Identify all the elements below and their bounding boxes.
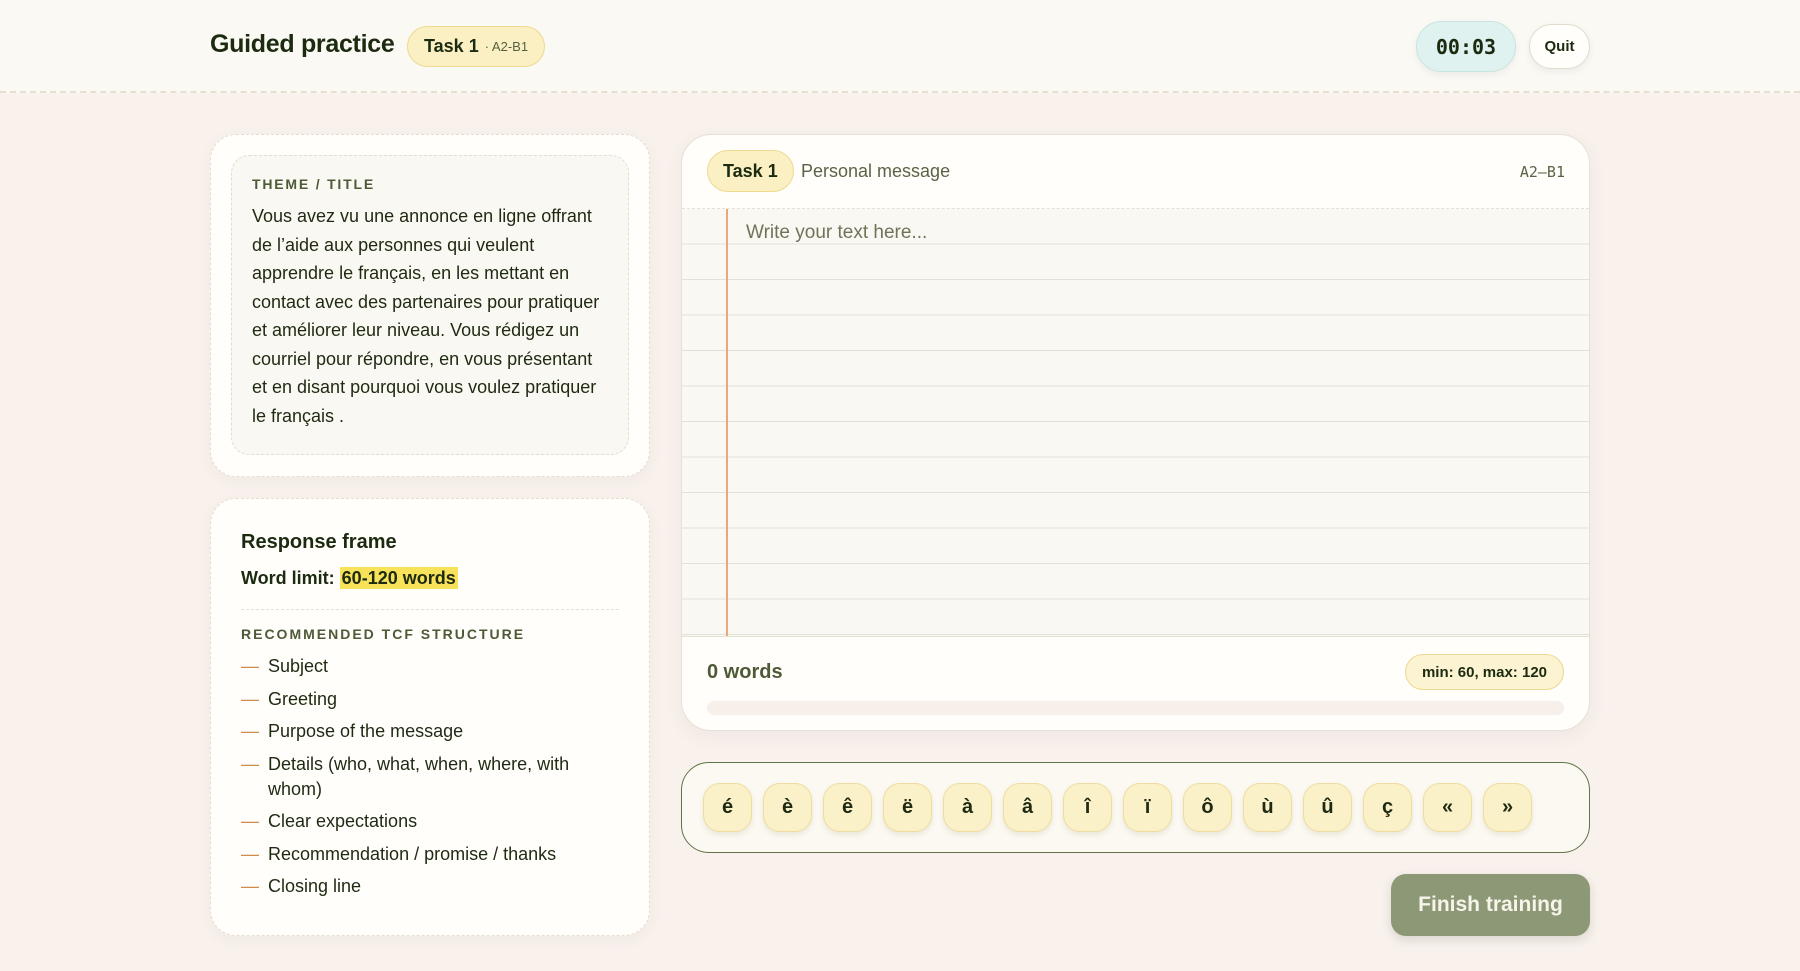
accent-key[interactable]: è — [763, 783, 812, 832]
editor-level: A2–B1 — [1519, 163, 1565, 181]
list-item: — Subject — [241, 654, 619, 679]
dash-bullet: — — [241, 811, 259, 831]
list-item: — Clear expectations — [241, 809, 619, 834]
response-frame-title: Response frame — [241, 531, 397, 553]
list-item: — Recommendation / promise / thanks — [241, 842, 619, 867]
editor-card: Task 1 Personal message A2–B1 0 words mi… — [681, 134, 1590, 731]
editor-footer: 0 words min: 60, max: 120 — [682, 636, 1589, 730]
list-item: — Details (who, what, when, where, with w… — [241, 752, 619, 802]
theme-text: Vous avez vu une annonce en ligne offran… — [252, 206, 600, 426]
accent-key[interactable]: ô — [1183, 783, 1232, 832]
list-item-text: Subject — [268, 656, 329, 676]
accent-key[interactable]: î — [1063, 783, 1112, 832]
accent-keyboard: é è ê ë à â î ï ô ù û ç « » — [681, 762, 1590, 853]
quit-button[interactable]: Quit — [1529, 24, 1590, 69]
list-item-text: Greeting — [268, 688, 338, 709]
divider — [241, 609, 619, 610]
top-header: Guided practice Task 1 · A2-B1 00:03 Qui… — [0, 0, 1800, 93]
accent-key[interactable]: ê — [823, 783, 872, 832]
lined-paper — [682, 209, 1589, 636]
accent-key[interactable]: » — [1483, 783, 1532, 832]
dash-bullet: — — [241, 688, 259, 709]
accent-key[interactable]: ë — [883, 783, 932, 832]
dash-bullet: — — [241, 656, 259, 676]
margin-line — [726, 209, 728, 636]
accent-key[interactable]: é — [703, 783, 752, 832]
word-limit: Word limit: 60-120 words — [241, 567, 619, 589]
word-range-badge: min: 60, max: 120 — [1404, 654, 1564, 690]
dash-bullet: — — [241, 721, 259, 741]
structure-label: RECOMMENDED TCF STRUCTURE — [241, 626, 526, 642]
accent-key[interactable]: « — [1423, 783, 1472, 832]
accent-key[interactable]: â — [1003, 783, 1052, 832]
accent-key[interactable]: ù — [1243, 783, 1292, 832]
task-badge-label: Task 1 — [424, 36, 479, 56]
list-item: — Closing line — [241, 874, 619, 899]
task-badge: Task 1 · A2-B1 — [407, 26, 546, 67]
word-progress-bar — [707, 701, 1564, 715]
list-item-text: Purpose of the message — [268, 721, 464, 741]
list-item-text: Details (who, what, when, where, with wh… — [268, 753, 570, 799]
list-item: — Greeting — [241, 687, 619, 712]
response-frame-card: Response frame Word limit: 60-120 words … — [210, 498, 650, 936]
list-item-text: Clear expectations — [268, 811, 418, 831]
accent-key[interactable]: û — [1303, 783, 1352, 832]
list-item-text: Recommendation / promise / thanks — [268, 843, 557, 864]
accent-key[interactable]: ç — [1363, 783, 1412, 832]
editor-task-badge: Task 1 — [707, 150, 794, 192]
structure-list: — Subject — Greeting — Purpose of the messa… — [241, 654, 619, 899]
dash-bullet: — — [241, 876, 259, 896]
dash-bullet: — — [241, 843, 259, 864]
word-count: 0 words — [707, 661, 783, 683]
dash-bullet: — — [241, 753, 259, 774]
page-title: Guided practice — [210, 30, 395, 58]
accent-key[interactable]: à — [943, 783, 992, 832]
timer: 00:03 — [1416, 21, 1516, 72]
task-badge-level: · A2-B1 — [484, 39, 529, 54]
finish-training-button[interactable]: Finish training — [1391, 874, 1590, 936]
editor-subtitle: Personal message — [801, 161, 951, 181]
theme-box: THEME / TITLE Vous avez vu une annonce e… — [231, 155, 629, 455]
word-limit-label: Word limit: — [241, 568, 335, 588]
accent-key[interactable]: ï — [1123, 783, 1172, 832]
word-limit-value: 60-120 words — [339, 567, 458, 589]
editor-header: Task 1 Personal message A2–B1 — [682, 135, 1589, 209]
theme-card: THEME / TITLE Vous avez vu une annonce e… — [210, 134, 650, 477]
theme-label: THEME / TITLE — [252, 176, 375, 192]
list-item-text: Closing line — [268, 876, 362, 896]
list-item: — Purpose of the message — [241, 719, 619, 744]
text-input[interactable] — [746, 215, 1566, 615]
